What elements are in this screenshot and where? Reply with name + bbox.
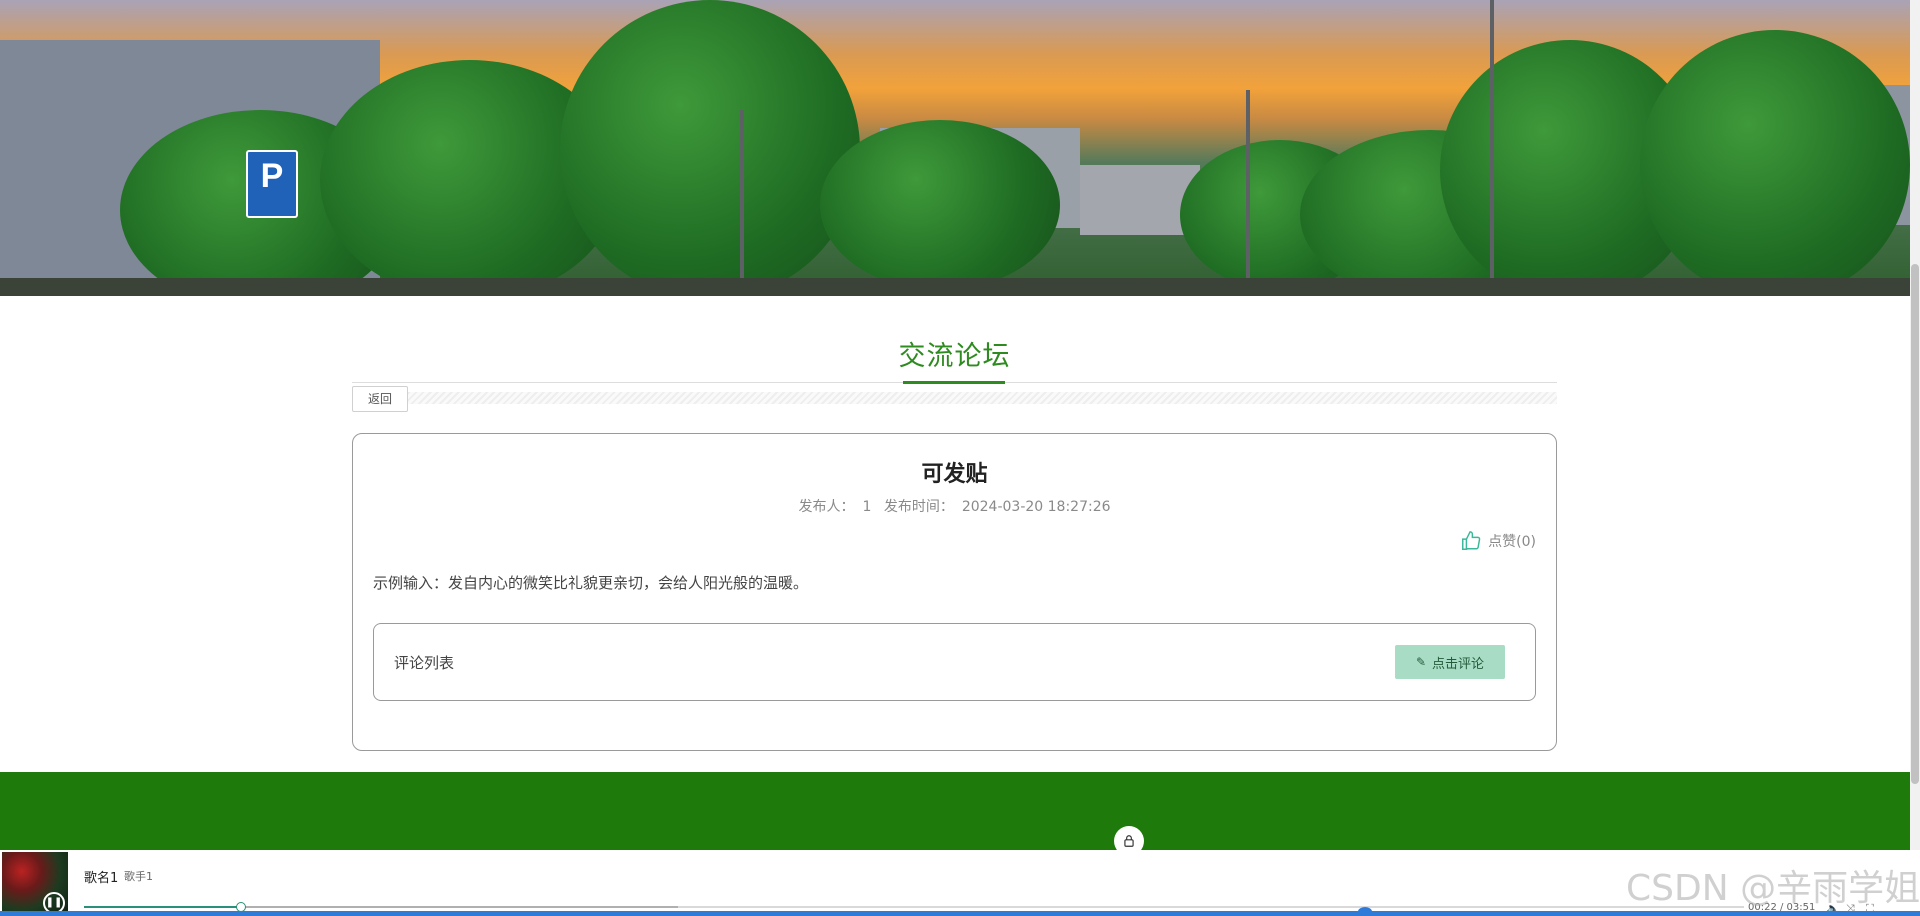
back-bar-pattern	[408, 392, 1557, 404]
street-lamp	[1246, 90, 1250, 296]
like-button[interactable]: 点赞(0)	[1460, 530, 1536, 552]
pencil-icon: ✎	[1415, 655, 1427, 669]
horizontal-scrollbar-thumb[interactable]	[1358, 907, 1372, 916]
street-lamp	[1490, 0, 1494, 296]
watermark: CSDN @辛雨学姐	[1626, 868, 1920, 909]
back-button[interactable]: 返回	[352, 386, 408, 412]
comment-list-label: 评论列表	[394, 654, 455, 672]
author-value: 1	[862, 499, 872, 515]
author-label: 发布人：	[798, 499, 855, 515]
tree	[820, 120, 1060, 290]
add-comment-button[interactable]: ✎ 点击评论	[1395, 645, 1505, 679]
post-content: 示例输入：发自内心的微笑比礼貌更亲切，会给人阳光般的温暖。	[373, 574, 809, 592]
hero-banner: P	[0, 0, 1910, 296]
road	[0, 278, 1910, 296]
progress-played	[84, 906, 240, 908]
street-lamp	[740, 110, 744, 296]
tree	[1640, 30, 1910, 296]
tree	[560, 0, 860, 296]
title-underline	[903, 381, 1005, 384]
post-card: 可发贴 发布人： 1 发布时间： 2024-03-20 18:27:26 点赞(0)…	[352, 433, 1557, 751]
lock-glyph	[1124, 835, 1134, 847]
thumbs-up-icon	[1462, 531, 1481, 550]
time-value: 2024-03-20 18:27:26	[961, 499, 1111, 515]
page-scrollbar-thumb[interactable]	[1911, 264, 1919, 784]
song-name: 歌名1	[84, 871, 119, 886]
post-title: 可发贴	[921, 462, 988, 487]
comment-list-box: 评论列表 ✎ 点击评论	[373, 623, 1536, 701]
time-label: 发布时间：	[883, 499, 954, 515]
section-title: 交流论坛	[898, 341, 1011, 372]
artist-name: 歌手1	[124, 870, 153, 883]
footer	[0, 772, 1910, 852]
post-meta: 发布人： 1 发布时间： 2024-03-20 18:27:26	[353, 496, 1556, 516]
add-comment-label: 点击评论	[1432, 656, 1485, 672]
like-label: 点赞(0)	[1488, 534, 1536, 550]
horizontal-scrollbar[interactable]	[0, 911, 1920, 916]
parking-sign: P	[246, 150, 298, 218]
